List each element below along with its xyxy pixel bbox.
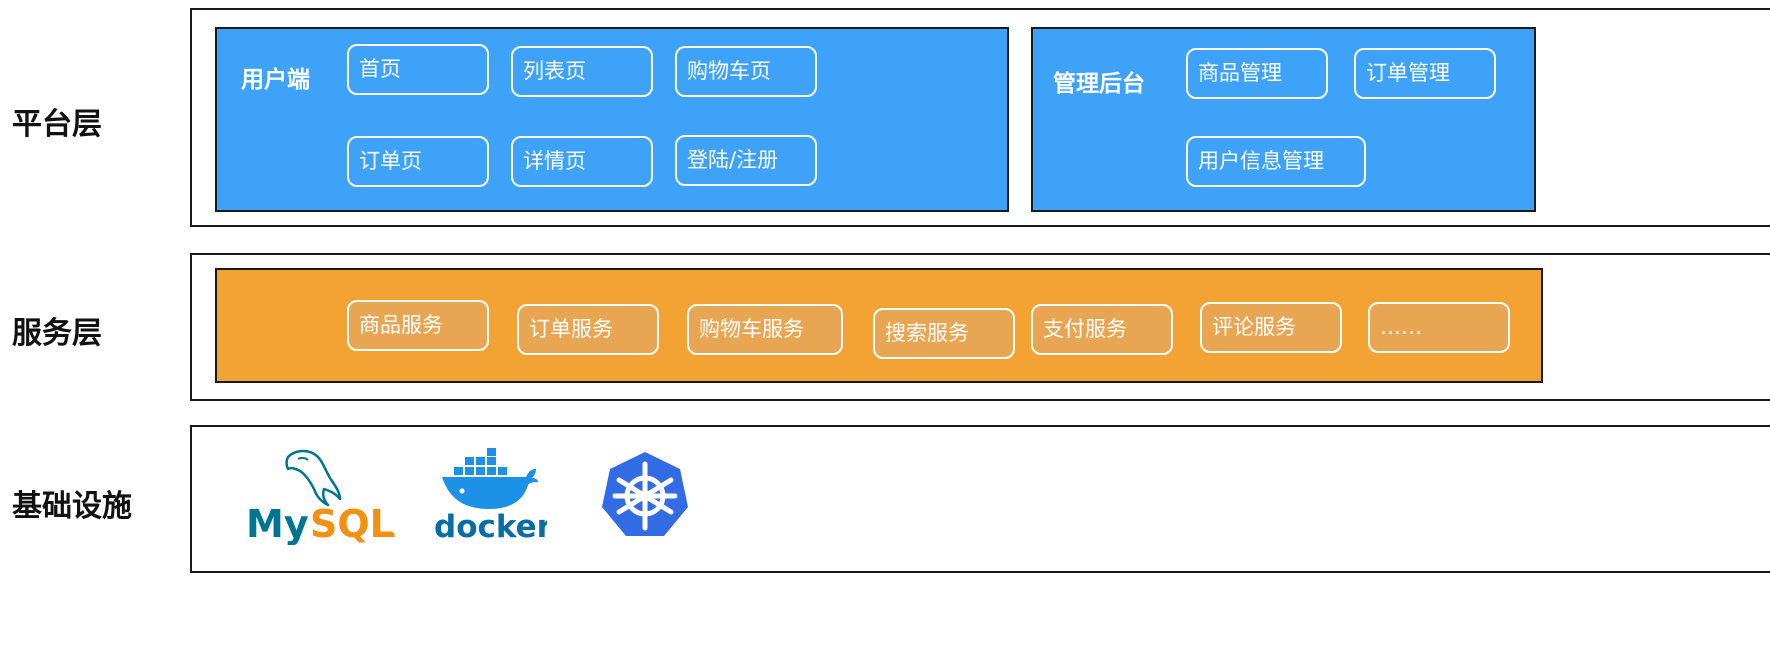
page-chip-detail: 详情页 xyxy=(511,136,653,187)
service-chip-more: …… xyxy=(1368,302,1510,353)
mysql-text-sql: SQL xyxy=(310,502,394,545)
mysql-text-dot: . xyxy=(389,518,397,542)
admin-title: 管理后台 xyxy=(1053,71,1145,97)
docker-text: docker xyxy=(434,509,547,542)
page-chip-cart: 购物车页 xyxy=(675,46,817,97)
mysql-text-my: My xyxy=(246,502,309,545)
service-chip-payment: 支付服务 xyxy=(1031,304,1173,355)
service-chip-search: 搜索服务 xyxy=(873,308,1015,359)
docker-logo: docker xyxy=(432,447,547,542)
admin-chip-user-info: 用户信息管理 xyxy=(1186,136,1366,187)
page-chip-home: 首页 xyxy=(347,44,489,95)
layer-label-service: 服务层 xyxy=(12,316,102,351)
kubernetes-icon xyxy=(600,450,690,538)
service-chip-product: 商品服务 xyxy=(347,300,489,351)
service-chip-order: 订单服务 xyxy=(517,304,659,355)
page-chip-list: 列表页 xyxy=(511,46,653,97)
admin-chip-order: 订单管理 xyxy=(1354,48,1496,99)
infra-layer-frame xyxy=(190,425,1770,573)
page-chip-order: 订单页 xyxy=(347,136,489,187)
user-side-title: 用户端 xyxy=(241,67,310,93)
service-chip-cart: 购物车服务 xyxy=(687,304,843,355)
mysql-logo: My SQL . xyxy=(240,445,405,545)
layer-label-platform: 平台层 xyxy=(12,107,102,142)
admin-chip-product: 商品管理 xyxy=(1186,48,1328,99)
page-chip-login: 登陆/注册 xyxy=(675,135,817,186)
layer-label-infra: 基础设施 xyxy=(12,489,132,524)
service-chip-review: 评论服务 xyxy=(1200,302,1342,353)
